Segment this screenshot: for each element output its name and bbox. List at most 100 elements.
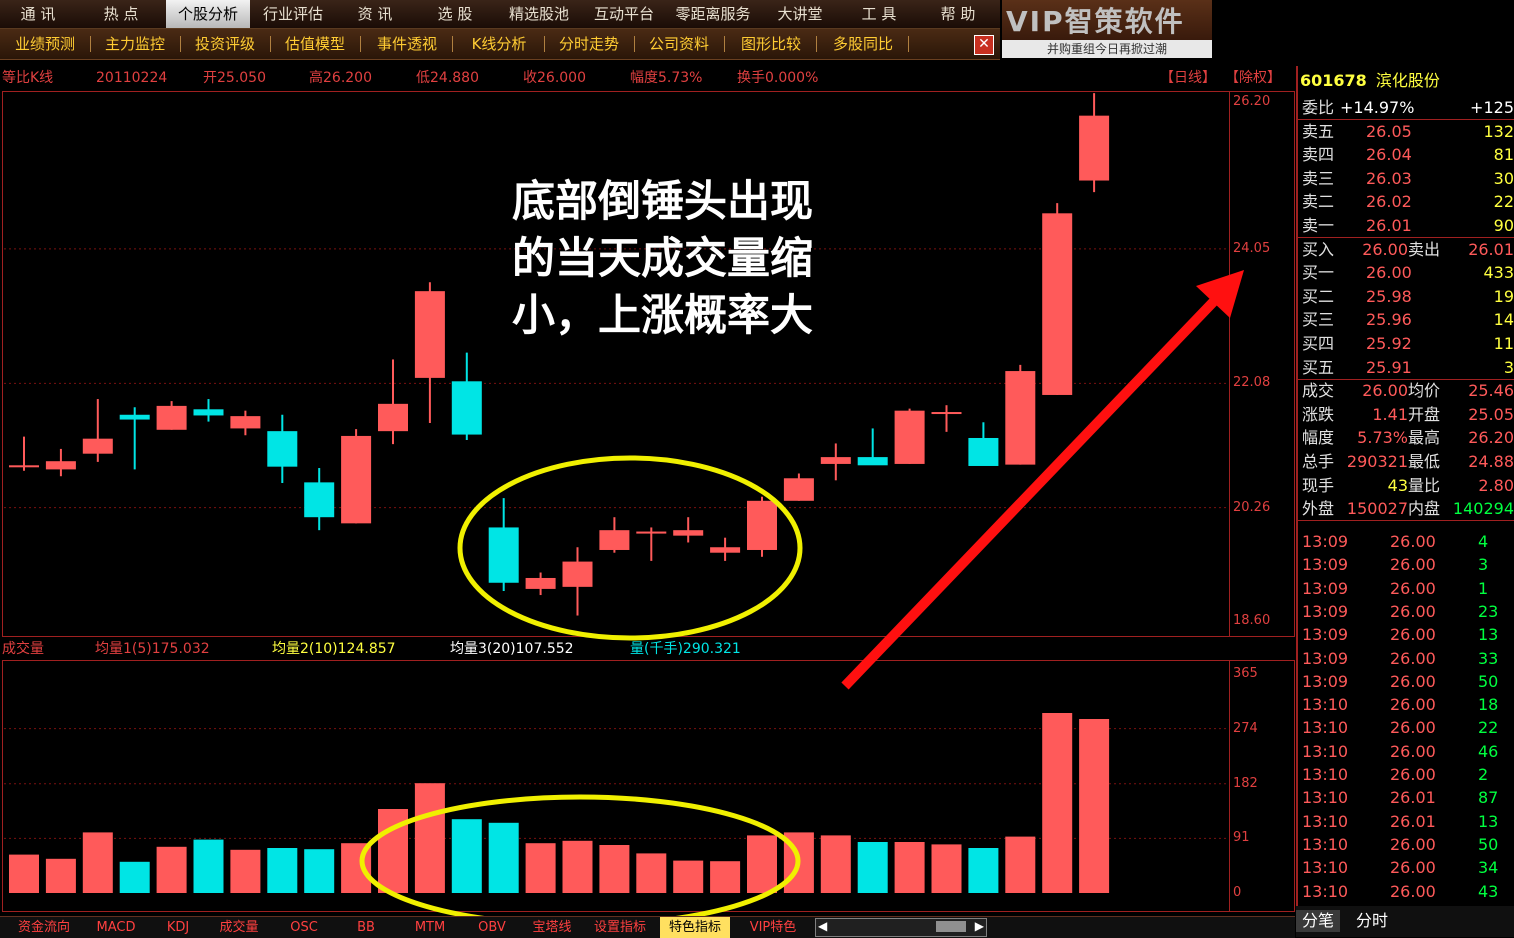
- indicator-tab-1[interactable]: MACD: [84, 917, 148, 938]
- tick-row: 13:10 26.00 43: [1302, 880, 1514, 903]
- indicator-tab-9[interactable]: 设置指标: [586, 917, 654, 938]
- candle: [1005, 364, 1036, 465]
- candle: [9, 436, 39, 471]
- tick-price: 26.00: [1390, 741, 1436, 761]
- quote-row: 成交 26.00 均价 25.46: [1302, 379, 1514, 402]
- quote-volume: 3: [1503, 357, 1514, 377]
- quote-value2: 25.46: [1468, 381, 1514, 401]
- tick-price: 26.00: [1390, 601, 1436, 621]
- candle-body: [156, 405, 187, 430]
- quote-volume: 19: [1493, 286, 1514, 306]
- quote-label: 卖一: [1302, 216, 1335, 235]
- indicator-tab-6[interactable]: MTM: [402, 917, 458, 938]
- quote-value2: 2.80: [1478, 475, 1514, 495]
- panel-divider: [1298, 520, 1514, 522]
- quote-value: 26.00: [1362, 239, 1408, 259]
- tick-row: 13:10 26.00 22: [1302, 716, 1514, 739]
- candle: [525, 572, 556, 596]
- tick-row: 13:09 26.00 13: [1302, 623, 1514, 646]
- indicator-tab-2[interactable]: KDJ: [156, 917, 200, 938]
- quote-value: 43: [1387, 475, 1408, 495]
- tick-time: 13:09: [1302, 532, 1349, 551]
- tick-volume: 2: [1478, 765, 1489, 784]
- chart-scrollbar[interactable]: ◀ ▶: [815, 918, 987, 937]
- candle-body: [1005, 371, 1036, 465]
- tab-timeshare[interactable]: 分时: [1350, 910, 1394, 932]
- tick-time: 13:10: [1302, 858, 1349, 878]
- tick-volume: 46: [1478, 741, 1499, 761]
- candle: [894, 408, 925, 464]
- tick-row: 13:10 26.00 2: [1302, 763, 1514, 786]
- volume-bar: [45, 858, 76, 893]
- kline-chart-svg[interactable]: [0, 0, 1514, 937]
- tick-price: 26.01: [1390, 811, 1436, 831]
- tick-volume: 33: [1478, 648, 1499, 668]
- quote-label: 成交: [1302, 381, 1335, 401]
- tick-price: 26.01: [1390, 788, 1436, 808]
- tick-time: 13:10: [1302, 695, 1349, 715]
- candle: [414, 282, 445, 423]
- indicator-tab-5[interactable]: BB: [336, 917, 396, 938]
- volume-bar: [488, 822, 519, 893]
- quote-value2: 140294: [1452, 499, 1514, 519]
- quote-label: 买四: [1302, 334, 1335, 353]
- quote-value: 26.00: [1366, 263, 1412, 283]
- indicator-tab-4[interactable]: OSC: [276, 917, 332, 938]
- tick-time: 13:09: [1302, 648, 1349, 668]
- quote-label2: 卖出: [1408, 239, 1441, 259]
- tick-volume: 13: [1478, 625, 1499, 645]
- candle-body: [304, 482, 335, 518]
- volume-bar: [968, 848, 999, 893]
- candle-body: [783, 478, 814, 501]
- quote-row: 卖三 26.03 30: [1302, 167, 1514, 190]
- quote-label2: 开盘: [1408, 404, 1441, 424]
- candle: [783, 473, 814, 501]
- tick-volume: 4: [1478, 532, 1489, 551]
- volume-bar: [636, 853, 667, 893]
- candle-body: [747, 500, 777, 550]
- scroll-left-icon[interactable]: ◀: [818, 919, 827, 933]
- indicator-tab-7[interactable]: OBV: [466, 917, 518, 938]
- tick-volume: 3: [1478, 555, 1489, 575]
- price-tick-label: 20.26: [1233, 499, 1271, 515]
- volume-bar: [304, 849, 335, 893]
- tick-price: 26.00: [1390, 648, 1436, 668]
- stock-name: 滨化股份: [1375, 71, 1440, 90]
- tab-ticks[interactable]: 分笔: [1296, 910, 1341, 932]
- quote-label: 买一: [1302, 263, 1335, 283]
- indicator-tab-10[interactable]: 特色指标: [660, 917, 730, 938]
- quote-label: 卖三: [1302, 168, 1335, 188]
- candle-body: [636, 531, 667, 534]
- quote-row: 涨跌 1.41 开盘 25.05: [1302, 403, 1514, 426]
- quote-value: 150027: [1346, 499, 1408, 519]
- indicator-tab-8[interactable]: 宝塔线: [524, 917, 580, 938]
- tick-time: 13:10: [1302, 811, 1349, 831]
- volume-bar: [451, 819, 482, 893]
- tick-row: 13:10 26.00 34: [1302, 856, 1514, 879]
- candle: [193, 399, 224, 422]
- tick-time: 13:10: [1302, 741, 1349, 761]
- quote-row: 买三 25.96 14: [1302, 308, 1514, 331]
- tick-price: 26.00: [1390, 555, 1436, 575]
- scroll-right-icon[interactable]: ▶: [975, 919, 984, 933]
- volume-bar: [857, 842, 888, 893]
- quote-value: 1.41: [1372, 404, 1408, 424]
- candle-body: [9, 465, 39, 468]
- tick-time: 13:10: [1302, 718, 1349, 738]
- quote-row: 买一 26.00 433: [1302, 261, 1514, 284]
- candle: [1042, 203, 1073, 395]
- candle-body: [673, 530, 704, 536]
- indicator-tab-3[interactable]: 成交量: [208, 917, 270, 938]
- scroll-thumb[interactable]: [936, 921, 966, 932]
- quote-volume: 433: [1483, 263, 1514, 283]
- indicator-tab-0[interactable]: 资金流向: [6, 917, 82, 938]
- volume-bar: [525, 843, 556, 893]
- quote-value: 26.05: [1366, 121, 1412, 141]
- volume-bar: [747, 835, 777, 893]
- indicator-tab-11[interactable]: VIP特色: [738, 917, 808, 938]
- tick-time: 13:09: [1302, 601, 1349, 621]
- candle: [378, 359, 408, 445]
- indicator-tab-bar: 资金流向 MACD KDJ 成交量 OSC BB MTM OBV 宝塔线 设置指标 特色指标 VIP特…: [0, 916, 1295, 938]
- quote-row: 卖一 26.01 90: [1302, 214, 1514, 237]
- quote-row: 现手 43 量比 2.80: [1302, 474, 1514, 497]
